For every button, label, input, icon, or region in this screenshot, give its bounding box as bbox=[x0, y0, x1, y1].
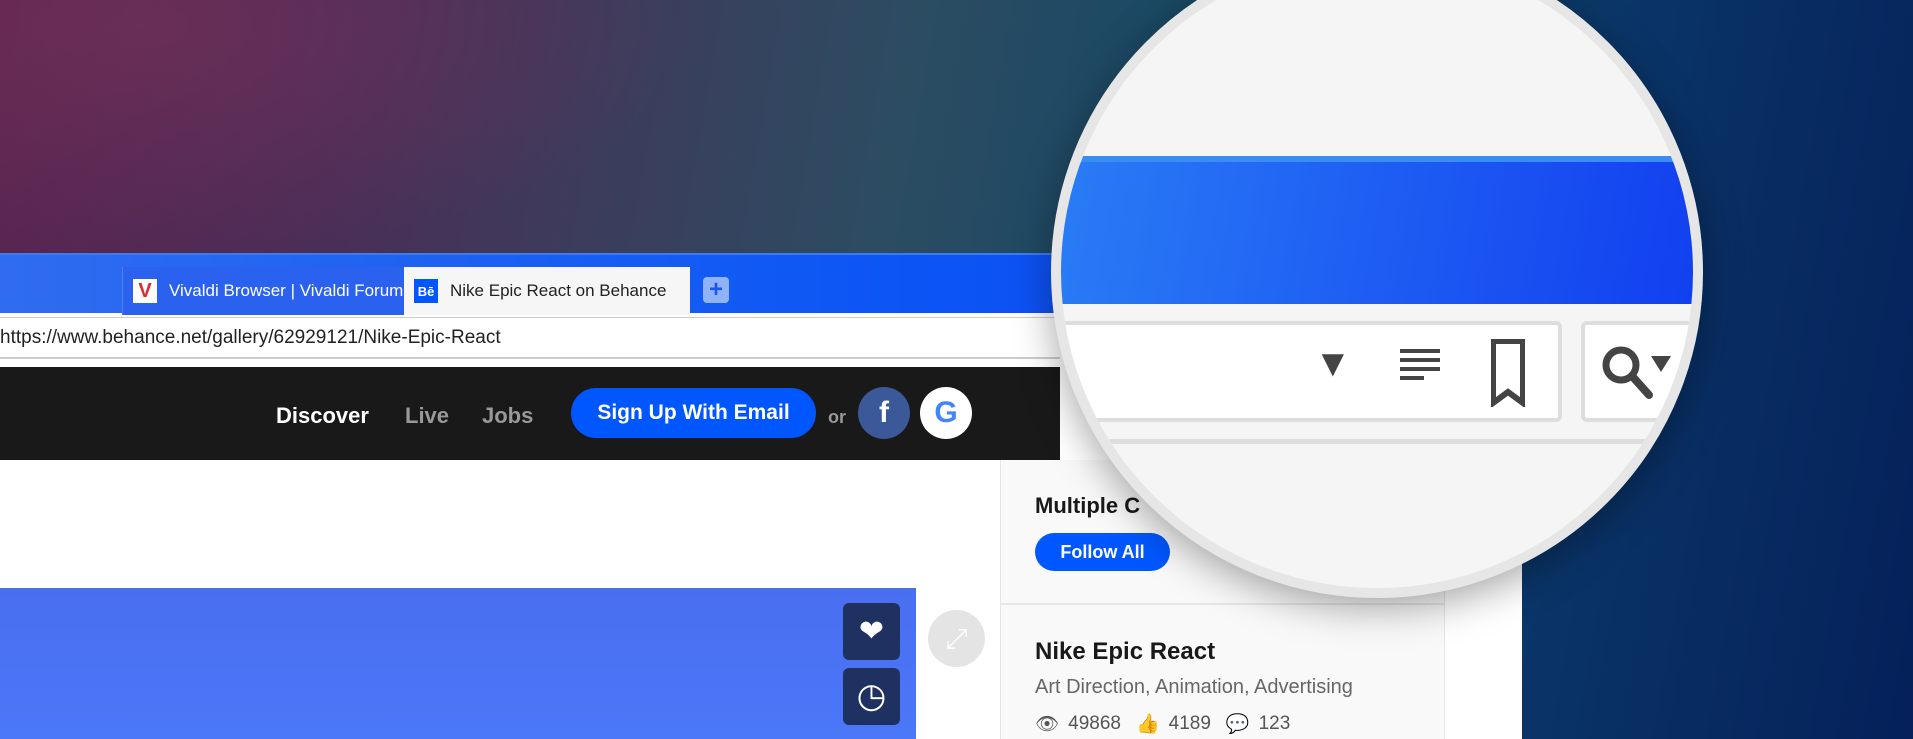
or-label: or bbox=[828, 407, 846, 427]
project-image bbox=[0, 588, 916, 739]
address-bar[interactable]: https://www.behance.net/gallery/62929121… bbox=[0, 317, 1060, 359]
desktop-background bbox=[0, 0, 700, 260]
magnified-divider bbox=[1061, 439, 1693, 444]
url-text: https://www.behance.net/gallery/62929121… bbox=[0, 327, 501, 348]
behance-header: Discover Live Jobs Sign Up With Email or… bbox=[0, 367, 1060, 460]
nav-jobs[interactable]: Jobs bbox=[482, 403, 533, 429]
behance-icon: Bē bbox=[414, 279, 438, 303]
magnified-address-field: ▼ bbox=[1061, 321, 1562, 422]
thumbs-up-icon: 👍 bbox=[1135, 714, 1160, 735]
search-engine-icon[interactable] bbox=[1599, 341, 1679, 411]
magnified-tab-bar bbox=[1061, 156, 1693, 304]
bookmark-icon[interactable] bbox=[1491, 339, 1525, 407]
project-title: Nike Epic React bbox=[1035, 638, 1216, 665]
project-fields: Art Direction, Animation, Advertising bbox=[1035, 676, 1353, 698]
divider bbox=[1001, 603, 1444, 605]
comment-icon: 💬 bbox=[1225, 714, 1250, 735]
nav-live[interactable]: Live bbox=[405, 403, 449, 429]
sign-up-email-button[interactable]: Sign Up With Email bbox=[571, 388, 816, 438]
dropdown-arrow-icon[interactable]: ▼ bbox=[1314, 343, 1352, 386]
tab-title: Vivaldi Browser | Vivaldi Forum bbox=[169, 281, 404, 300]
tab-title: Nike Epic React on Behance bbox=[450, 281, 667, 300]
google-login-button[interactable]: G bbox=[920, 387, 972, 439]
clock-icon[interactable]: ◷ bbox=[843, 668, 900, 725]
eye-icon: 👁 bbox=[1035, 714, 1060, 735]
appreciations-count: 4189 bbox=[1168, 713, 1211, 734]
follow-all-button[interactable]: Follow All bbox=[1035, 533, 1170, 571]
magnified-search-field bbox=[1581, 321, 1693, 422]
owners-title: Multiple C bbox=[1035, 493, 1141, 518]
new-tab-button[interactable]: + bbox=[703, 277, 729, 303]
comments-count: 123 bbox=[1258, 713, 1291, 734]
facebook-login-button[interactable]: f bbox=[858, 387, 910, 439]
tab-vivaldi-forum[interactable]: V Vivaldi Browser | Vivaldi Forum bbox=[122, 267, 404, 315]
nav-discover[interactable]: Discover bbox=[276, 403, 369, 429]
appreciate-heart-icon[interactable]: ❤ bbox=[843, 603, 900, 660]
project-stats: 👁 49868 👍 4189 💬 123 bbox=[1035, 712, 1290, 736]
tab-behance[interactable]: Bē Nike Epic React on Behance bbox=[404, 267, 690, 315]
reader-view-icon[interactable] bbox=[1400, 349, 1442, 385]
vivaldi-icon: V bbox=[133, 279, 157, 303]
expand-icon[interactable]: ⤢ bbox=[928, 610, 985, 667]
views-count: 49868 bbox=[1068, 713, 1121, 734]
